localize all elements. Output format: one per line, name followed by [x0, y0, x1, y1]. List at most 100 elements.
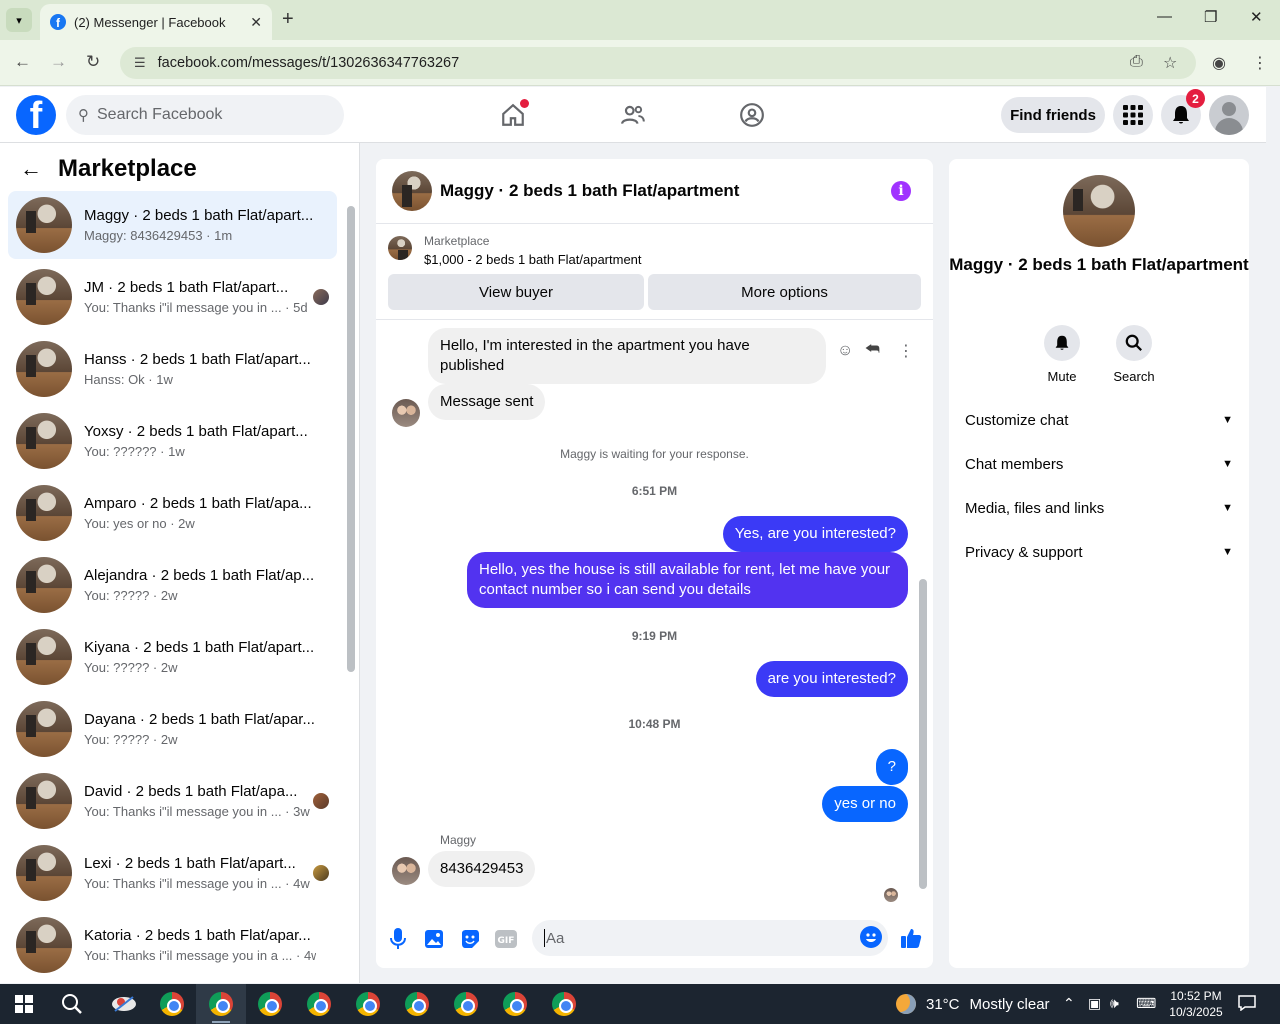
conversation-item[interactable]: Maggy · 2 beds 1 bath Flat/apart... Maggy…: [8, 191, 337, 259]
microphone-icon[interactable]: [387, 928, 409, 950]
weather-widget[interactable]: 31°C Mostly clear: [896, 994, 1050, 1014]
window-close-icon[interactable]: ✕: [1250, 8, 1263, 26]
conversation-item[interactable]: Alejandra · 2 beds 1 bath Flat/ap... You:…: [8, 551, 337, 619]
listing-thumbnail: [16, 341, 72, 397]
chat-scrollbar[interactable]: [919, 579, 927, 889]
more-actions-icon[interactable]: ⋮: [898, 341, 914, 361]
home-unread-dot: [520, 99, 529, 108]
volume-icon[interactable]: 🕪︎: [1110, 995, 1119, 1012]
find-friends-button[interactable]: Find friends: [1001, 97, 1105, 133]
chrome-icon[interactable]: [158, 990, 186, 1018]
mute-button[interactable]: Mute: [1032, 325, 1092, 384]
notifications-bell-icon[interactable]: 2: [1161, 89, 1205, 135]
profile-avatar[interactable]: [1209, 95, 1249, 135]
reload-icon[interactable]: ↻: [86, 52, 100, 72]
page-title: Marketplace: [58, 155, 197, 182]
timestamp: 10:48 PM: [628, 717, 681, 731]
mute-label: Mute: [1047, 369, 1077, 384]
photo-attach-icon[interactable]: [423, 928, 445, 950]
waiting-notice: Maggy is waiting for your response.: [560, 447, 749, 461]
listing-price-title[interactable]: $1,000 - 2 beds 1 bath Flat/apartment: [424, 252, 642, 267]
info-icon[interactable]: i: [891, 181, 911, 201]
conversation-preview: You: ????? · 2w: [84, 588, 178, 603]
react-emoji-icon[interactable]: ☺: [837, 342, 853, 360]
chrome-icon[interactable]: [403, 990, 431, 1018]
browser-menu-icon[interactable]: ⋮: [1252, 53, 1268, 73]
message-thread[interactable]: Hello, I'm interested in the apartment y…: [376, 320, 933, 905]
tray-device-icon[interactable]: ▣: [1088, 995, 1101, 1012]
view-buyer-button[interactable]: View buyer: [388, 274, 644, 310]
back-arrow-icon[interactable]: ←: [20, 156, 42, 182]
tab-search-chevron-icon[interactable]: ▾: [6, 8, 32, 32]
restore-icon[interactable]: ❐: [1204, 8, 1217, 26]
conversation-item[interactable]: Dayana · 2 beds 1 bath Flat/apar... You: …: [8, 695, 337, 763]
search-in-chat-button[interactable]: Search: [1104, 325, 1164, 384]
app-icon[interactable]: [110, 990, 138, 1018]
sender-avatar[interactable]: [392, 857, 420, 885]
windows-start-icon[interactable]: [10, 990, 38, 1018]
chrome-icon[interactable]: [256, 990, 284, 1018]
media-files-links-row[interactable]: Media, files and links ▼: [965, 486, 1233, 530]
conversation-item[interactable]: Hanss · 2 beds 1 bath Flat/apart... Hanss…: [8, 335, 337, 403]
timestamp: 9:19 PM: [631, 629, 678, 643]
friends-icon[interactable]: [619, 101, 647, 129]
chat-info-name: Maggy · 2 beds 1 bath Flat/apartment: [949, 255, 1249, 274]
facebook-logo-icon[interactable]: f: [16, 95, 56, 135]
message-input[interactable]: Aa: [532, 920, 888, 956]
conversation-name: Alejandra · 2 beds 1 bath Flat/ap...: [84, 567, 315, 584]
privacy-support-row[interactable]: Privacy & support ▼: [965, 530, 1233, 574]
page-scrollbar[interactable]: [1266, 87, 1280, 983]
chrome-icon[interactable]: [452, 990, 480, 1018]
site-info-icon[interactable]: ☰: [134, 55, 146, 71]
chrome-icon[interactable]: [207, 990, 235, 1018]
keyboard-icon[interactable]: ⌨: [1136, 995, 1156, 1012]
more-options-button[interactable]: More options: [648, 274, 921, 310]
chrome-icon[interactable]: [354, 990, 382, 1018]
groups-icon[interactable]: [738, 101, 766, 129]
menu-grid-icon[interactable]: [1113, 95, 1153, 135]
tab-close-icon[interactable]: ✕: [250, 14, 262, 31]
home-icon[interactable]: [499, 99, 529, 129]
seen-avatar: [313, 865, 329, 881]
conversation-list-scrollbar[interactable]: [347, 206, 355, 672]
conversation-item[interactable]: JM · 2 beds 1 bath Flat/apart... You: Tha…: [8, 263, 337, 331]
url-text: facebook.com/messages/t/1302636347763267: [157, 55, 460, 71]
install-app-icon[interactable]: ⎙: [1130, 53, 1143, 71]
conversation-item[interactable]: Katoria · 2 beds 1 bath Flat/apar... You:…: [8, 911, 337, 979]
sender-avatar[interactable]: [392, 399, 420, 427]
taskbar-search-icon[interactable]: [58, 990, 86, 1018]
conversation-name: David · 2 beds 1 bath Flat/apa...: [84, 783, 298, 800]
conversation-item[interactable]: Kiyana · 2 beds 1 bath Flat/apart... You:…: [8, 623, 337, 691]
gif-icon[interactable]: GIF: [495, 928, 517, 950]
sticker-icon[interactable]: [459, 928, 481, 950]
thumbs-up-icon[interactable]: [899, 926, 923, 950]
chat-members-row[interactable]: Chat members ▼: [965, 442, 1233, 486]
chat-title[interactable]: Maggy · 2 beds 1 bath Flat/apartment: [440, 181, 739, 201]
profile-account-icon[interactable]: ◉: [1212, 53, 1226, 73]
chat-avatar[interactable]: [392, 171, 432, 211]
url-bar[interactable]: ☰ facebook.com/messages/t/13026363477632…: [120, 47, 1196, 79]
conversation-preview: You: Thanks i"il message you in ... · 5d: [84, 300, 308, 315]
search-facebook-input[interactable]: ⚲ Search Facebook: [66, 95, 344, 135]
emoji-picker-icon[interactable]: [860, 926, 882, 948]
conversation-item[interactable]: David · 2 beds 1 bath Flat/apa... You: Th…: [8, 767, 337, 835]
back-arrow-icon[interactable]: ←: [14, 52, 31, 72]
tray-chevron-up-icon[interactable]: ⌃: [1063, 995, 1075, 1012]
browser-tab[interactable]: f (2) Messenger | Facebook ✕: [40, 4, 272, 40]
customize-chat-row[interactable]: Customize chat ▼: [965, 398, 1233, 442]
minimize-icon[interactable]: —: [1157, 8, 1172, 25]
bookmark-star-icon[interactable]: ☆: [1163, 53, 1177, 73]
row-label: Customize chat: [965, 411, 1069, 429]
chat-info-avatar[interactable]: [1063, 175, 1135, 247]
conversation-item[interactable]: Lexi · 2 beds 1 bath Flat/apart... You: T…: [8, 839, 337, 907]
conversation-item[interactable]: Amparo · 2 beds 1 bath Flat/apa... You: y…: [8, 479, 337, 547]
chrome-icon[interactable]: [501, 990, 529, 1018]
forward-arrow-icon[interactable]: →: [50, 52, 67, 72]
notification-center-icon[interactable]: [1238, 995, 1256, 1014]
chrome-icon[interactable]: [305, 990, 333, 1018]
conversation-item[interactable]: Yoxsy · 2 beds 1 bath Flat/apart... You: …: [8, 407, 337, 475]
system-clock[interactable]: 10:52 PM 10/3/2025: [1166, 988, 1226, 1020]
chrome-icon[interactable]: [550, 990, 578, 1018]
new-tab-plus-icon[interactable]: +: [282, 8, 294, 31]
reply-icon[interactable]: ⮪: [865, 341, 880, 359]
